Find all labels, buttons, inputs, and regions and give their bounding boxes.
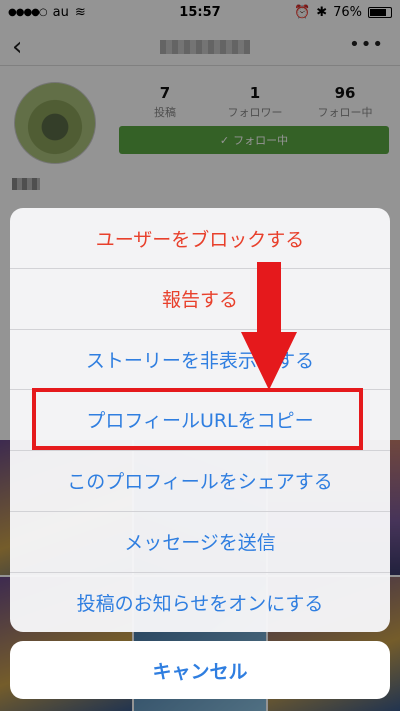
post-notifications-button[interactable]: 投稿のお知らせをオンにする — [10, 572, 390, 632]
hide-story-button[interactable]: ストーリーを非表示にする — [10, 329, 390, 389]
report-button[interactable]: 報告する — [10, 268, 390, 328]
cancel-button[interactable]: キャンセル — [10, 641, 390, 699]
share-profile-button[interactable]: このプロフィールをシェアする — [10, 450, 390, 510]
highlight-box — [32, 388, 363, 450]
block-user-button[interactable]: ユーザーをブロックする — [10, 208, 390, 268]
down-arrow-icon — [241, 262, 297, 390]
send-message-button[interactable]: メッセージを送信 — [10, 511, 390, 571]
